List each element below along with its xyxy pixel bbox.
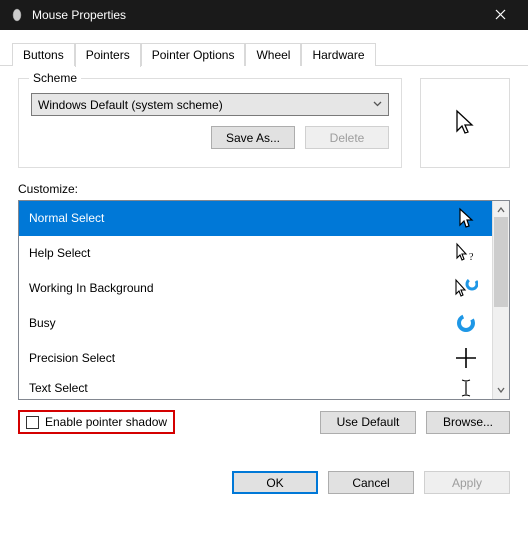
tab-buttons[interactable]: Buttons	[12, 43, 75, 66]
list-item-precision[interactable]: Precision Select	[19, 341, 492, 376]
window-title: Mouse Properties	[32, 8, 480, 22]
list-item-label: Busy	[29, 316, 56, 330]
scheme-legend: Scheme	[29, 71, 81, 85]
scroll-up-icon[interactable]	[497, 203, 505, 217]
list-item-label: Precision Select	[29, 351, 115, 365]
delete-button: Delete	[305, 126, 389, 149]
checkbox-label: Enable pointer shadow	[45, 415, 167, 429]
list-item-text-select[interactable]: Text Select	[19, 376, 492, 399]
enable-shadow-checkbox[interactable]	[26, 416, 39, 429]
customize-label: Customize:	[18, 182, 510, 196]
mouse-icon	[10, 8, 24, 22]
pointer-listbox[interactable]: Normal Select Help Select ? Working In B…	[18, 200, 510, 400]
tab-content: Scheme Windows Default (system scheme) S…	[0, 66, 528, 434]
apply-button: Apply	[424, 471, 510, 494]
list-item-working-bg[interactable]: Working In Background	[19, 271, 492, 306]
list-item-label: Text Select	[29, 381, 88, 395]
scrollbar-thumb[interactable]	[494, 217, 508, 307]
cursor-help-icon: ?	[452, 242, 480, 264]
tab-pointers[interactable]: Pointers	[75, 43, 141, 67]
scrollbar[interactable]	[492, 201, 509, 399]
svg-text:?: ?	[469, 252, 474, 263]
tab-strip: Buttons Pointers Pointer Options Wheel H…	[0, 30, 528, 66]
chevron-down-icon	[373, 99, 382, 110]
cursor-arrow-icon	[452, 207, 480, 229]
close-icon	[495, 9, 506, 20]
tab-hardware[interactable]: Hardware	[301, 43, 375, 66]
cancel-button[interactable]: Cancel	[328, 471, 414, 494]
ok-button[interactable]: OK	[232, 471, 318, 494]
list-item-label: Normal Select	[29, 211, 104, 225]
dialog-button-row: OK Cancel Apply	[0, 458, 528, 506]
save-as-button[interactable]: Save As...	[211, 126, 295, 149]
pointer-preview	[420, 78, 510, 168]
tab-wheel[interactable]: Wheel	[245, 43, 301, 66]
browse-button[interactable]: Browse...	[426, 411, 510, 434]
scheme-selected-value: Windows Default (system scheme)	[38, 98, 223, 112]
list-item-normal-select[interactable]: Normal Select	[19, 201, 492, 236]
use-default-button[interactable]: Use Default	[320, 411, 416, 434]
list-item-label: Help Select	[29, 246, 90, 260]
cursor-text-icon	[452, 378, 480, 398]
cursor-precision-icon	[452, 347, 480, 369]
list-item-help-select[interactable]: Help Select ?	[19, 236, 492, 271]
cursor-busy-icon	[452, 313, 480, 333]
scheme-group: Scheme Windows Default (system scheme) S…	[18, 78, 402, 168]
list-item-label: Working In Background	[29, 281, 154, 295]
cursor-arrow-icon	[455, 109, 475, 137]
scroll-down-icon[interactable]	[497, 383, 505, 397]
cursor-working-icon	[452, 278, 480, 298]
scheme-combobox[interactable]: Windows Default (system scheme)	[31, 93, 389, 116]
close-button[interactable]	[480, 7, 520, 23]
titlebar: Mouse Properties	[0, 0, 528, 30]
tab-pointer-options[interactable]: Pointer Options	[141, 43, 246, 66]
highlight-annotation: Enable pointer shadow	[18, 410, 175, 434]
list-item-busy[interactable]: Busy	[19, 306, 492, 341]
